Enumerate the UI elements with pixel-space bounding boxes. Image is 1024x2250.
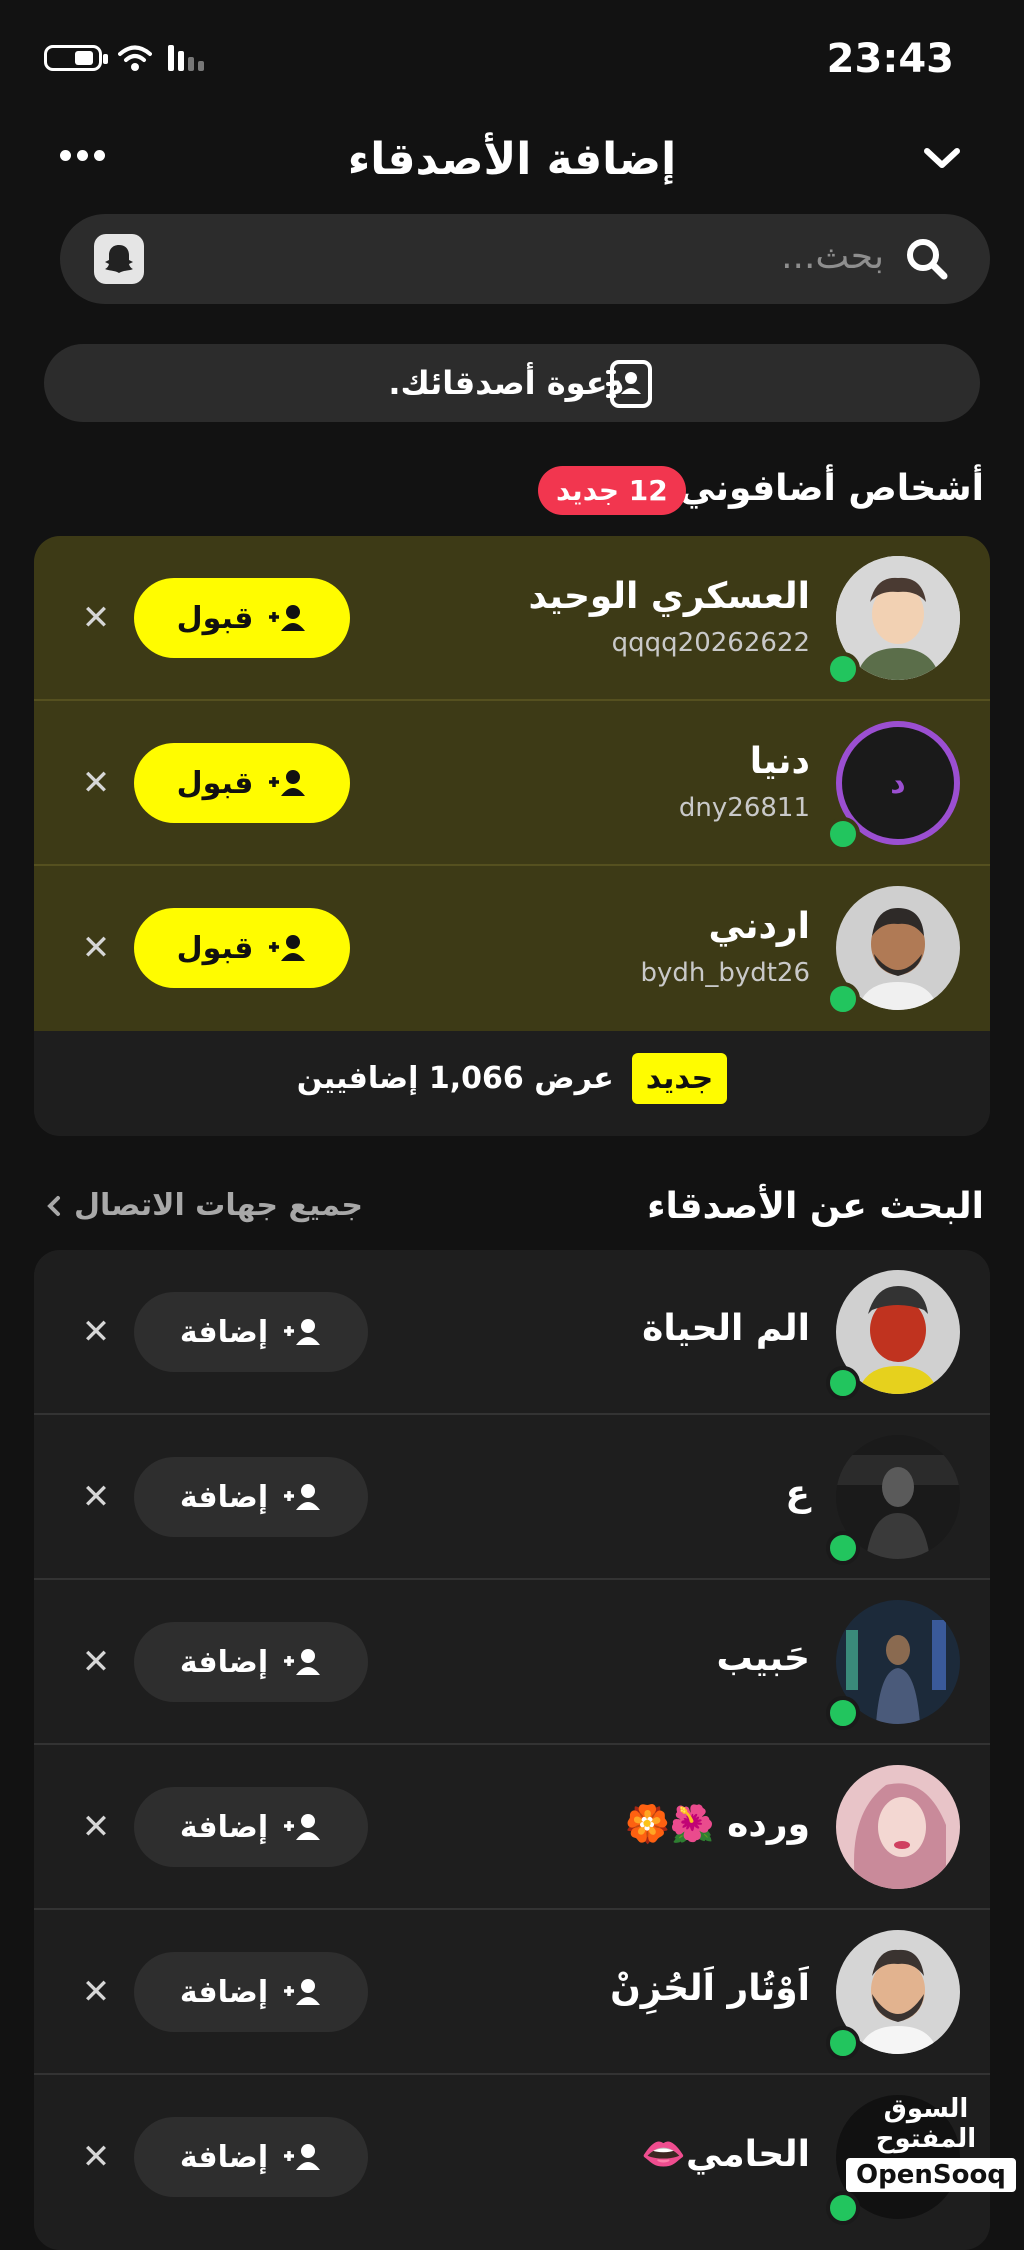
dismiss-button[interactable]: ✕ (74, 926, 118, 970)
invite-friends-button[interactable]: دعوة أصدقائك. (44, 344, 980, 422)
signal-icon (168, 45, 204, 71)
dismiss-button[interactable]: ✕ (74, 1310, 118, 1354)
watermark-arabic: السوق المفتوح (875, 2094, 977, 2154)
add-button[interactable]: إضافة (134, 1622, 368, 1702)
add-button[interactable]: إضافة (134, 1457, 368, 1537)
chevron-left-icon (47, 1195, 60, 1216)
suggestion-name: ع (785, 1473, 810, 1514)
dismiss-button[interactable]: ✕ (74, 1475, 118, 1519)
add-button[interactable]: إضافة (134, 1292, 368, 1372)
online-status-dot (826, 2191, 860, 2225)
request-name: دنيا (749, 741, 810, 782)
view-more-label: عرض 1,066 إضافيين (296, 1061, 614, 1096)
add-label: إضافة (179, 1809, 269, 1845)
requests-title: أشخاص أضافوني (679, 468, 984, 509)
request-row[interactable]: العسكري الوحيد qqqq20262622 قبول ✕ (34, 536, 990, 701)
suggestion-row[interactable]: الم الحياة إضافة ✕ (34, 1250, 990, 1415)
search-bar[interactable]: بحث... (60, 214, 990, 304)
all-contacts-label: جميع جهات الاتصال (74, 1188, 363, 1223)
accept-button[interactable]: قبول (134, 908, 350, 988)
dismiss-button[interactable]: ✕ (74, 1970, 118, 2014)
status-icons (44, 44, 204, 72)
request-username: bydh_bydt26 (640, 958, 810, 988)
search-input[interactable]: بحث... (781, 236, 884, 277)
opensooq-watermark: السوق المفتوح OpenSooq (846, 2094, 1016, 2192)
request-name: اردني (708, 906, 810, 947)
invite-label: دعوة أصدقائك. (388, 364, 624, 402)
add-friend-icon (269, 935, 306, 961)
add-friend-icon (284, 1319, 321, 1345)
accept-label: قبول (176, 765, 254, 801)
suggestion-name: الم الحياة (642, 1308, 810, 1349)
online-status-dot (826, 1696, 860, 1730)
add-button[interactable]: إضافة (134, 2117, 368, 2197)
avatar-initial: د (890, 765, 906, 801)
status-time: 23:43 (826, 36, 954, 82)
request-name: العسكري الوحيد (528, 576, 810, 617)
avatar (836, 1765, 960, 1889)
add-friend-icon (269, 770, 306, 796)
watermark-english: OpenSooq (846, 2158, 1016, 2192)
search-icon (907, 239, 948, 280)
suggestion-name: اَوْتُار اَلحُزِنْ (610, 1968, 810, 2009)
add-label: إضافة (179, 1974, 269, 2010)
accept-button[interactable]: قبول (134, 578, 350, 658)
new-tag: جديد (631, 1053, 728, 1104)
battery-icon (44, 45, 108, 71)
add-friend-icon (284, 1814, 321, 1840)
online-status-dot (826, 1366, 860, 1400)
suggestion-name: الحامي👄 (641, 2134, 810, 2175)
chevron-down-icon[interactable] (922, 143, 962, 173)
request-row[interactable]: د دنيا dny26811 قبول ✕ (34, 701, 990, 866)
new-requests-badge: 12 جديد (538, 466, 686, 515)
all-contacts-link[interactable]: جميع جهات الاتصال (46, 1188, 363, 1223)
page-title: إضافة الأصدقاء (347, 134, 677, 185)
dismiss-button[interactable]: ✕ (74, 761, 118, 805)
suggestion-name: حَبيب (716, 1638, 810, 1679)
add-button[interactable]: إضافة (134, 1787, 368, 1867)
wifi-icon (118, 45, 152, 71)
online-status-dot (826, 1531, 860, 1565)
add-label: إضافة (179, 1644, 269, 1680)
suggestion-name: ورده 🌺🏵️ (624, 1804, 810, 1845)
accept-label: قبول (176, 600, 254, 636)
request-username: qqqq20262622 (611, 628, 810, 658)
ghost-icon (105, 245, 133, 273)
view-more-requests[interactable]: جديد عرض 1,066 إضافيين (34, 1031, 990, 1135)
add-friend-icon (284, 1979, 321, 2005)
suggestion-row[interactable]: اَوْتُار اَلحُزِنْ إضافة ✕ (34, 1910, 990, 2075)
add-button[interactable]: إضافة (134, 1952, 368, 2032)
online-status-dot (826, 817, 860, 851)
add-friend-icon (269, 605, 306, 631)
suggestion-row[interactable]: حَبيب إضافة ✕ (34, 1580, 990, 1745)
snapcode-button[interactable] (94, 234, 144, 284)
dismiss-button[interactable]: ✕ (74, 1805, 118, 1849)
find-friends-title: البحث عن الأصدقاء (647, 1186, 984, 1227)
dismiss-button[interactable]: ✕ (74, 1640, 118, 1684)
add-label: إضافة (179, 2139, 269, 2175)
request-username: dny26811 (678, 793, 810, 823)
online-status-dot (826, 652, 860, 686)
add-label: إضافة (179, 1479, 269, 1515)
requests-card: العسكري الوحيد qqqq20262622 قبول ✕ د دني… (34, 536, 990, 1136)
request-row[interactable]: اردني bydh_bydt26 قبول ✕ (34, 866, 990, 1031)
add-friend-icon (284, 2144, 321, 2170)
dismiss-button[interactable]: ✕ (74, 596, 118, 640)
add-friend-icon (284, 1649, 321, 1675)
accept-label: قبول (176, 930, 254, 966)
suggestion-row[interactable]: ع إضافة ✕ (34, 1415, 990, 1580)
add-friend-icon (284, 1484, 321, 1510)
online-status-dot (826, 982, 860, 1016)
dismiss-button[interactable]: ✕ (74, 2135, 118, 2179)
accept-button[interactable]: قبول (134, 743, 350, 823)
online-status-dot (826, 2026, 860, 2060)
add-label: إضافة (179, 1314, 269, 1350)
suggestion-row[interactable]: ورده 🌺🏵️ إضافة ✕ (34, 1745, 990, 1910)
